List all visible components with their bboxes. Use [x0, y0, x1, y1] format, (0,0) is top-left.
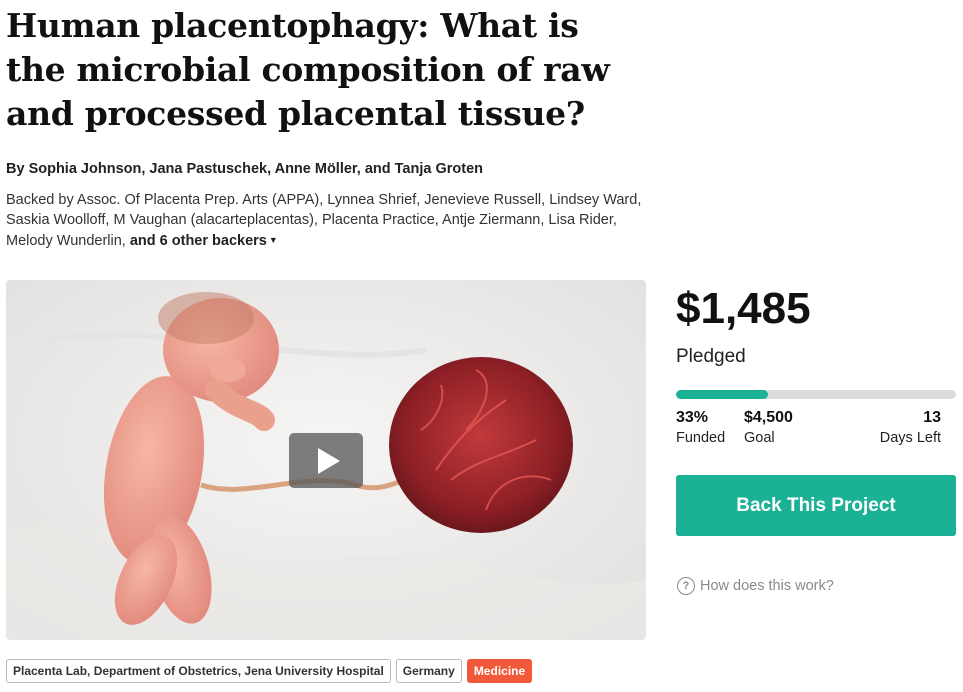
project-video[interactable]: [6, 280, 646, 640]
goal-amount: $4,500: [744, 409, 793, 426]
goal-stat: $4,500 Goal: [744, 408, 793, 448]
more-backers-toggle[interactable]: and 6 other backers ▼: [130, 233, 278, 249]
question-circle-icon: ?: [677, 577, 695, 595]
tag-lab[interactable]: Placenta Lab, Department of Obstetrics, …: [6, 659, 391, 683]
tag-category[interactable]: Medicine: [466, 659, 533, 683]
how-it-works-label: How does this work?: [700, 578, 834, 594]
chevron-down-icon: ▼: [268, 235, 278, 245]
pledged-label: Pledged: [676, 346, 746, 367]
back-project-button[interactable]: Back This Project: [676, 475, 956, 536]
days-left-stat: 13 Days Left: [880, 408, 941, 448]
backers-list: Backed by Assoc. Of Placenta Prep. Arts …: [6, 190, 646, 251]
funding-progress-fill: [676, 390, 769, 399]
days-left-label: Days Left: [879, 430, 941, 446]
backers-text: Backed by Assoc. Of Placenta Prep. Arts …: [6, 192, 642, 249]
funded-label: Funded: [676, 430, 726, 446]
days-left-value: 13: [923, 409, 941, 426]
funded-percent: 33%: [676, 409, 709, 426]
goal-label: Goal: [744, 430, 775, 446]
more-backers-label: and 6 other backers: [129, 233, 267, 249]
tag-country[interactable]: Germany: [395, 659, 462, 683]
play-icon[interactable]: [289, 433, 363, 488]
pledged-amount: $1,485: [676, 284, 811, 333]
project-tags: Placenta Lab, Department of Obstetrics, …: [6, 659, 533, 683]
project-authors: By Sophia Johnson, Jana Pastuschek, Anne…: [6, 161, 483, 177]
how-it-works-link[interactable]: ? How does this work?: [677, 577, 834, 595]
project-title: Human placentophagy: What is the microbi…: [6, 6, 610, 133]
funded-stat: 33% Funded: [676, 408, 725, 448]
funding-progress-bar: [676, 390, 956, 399]
